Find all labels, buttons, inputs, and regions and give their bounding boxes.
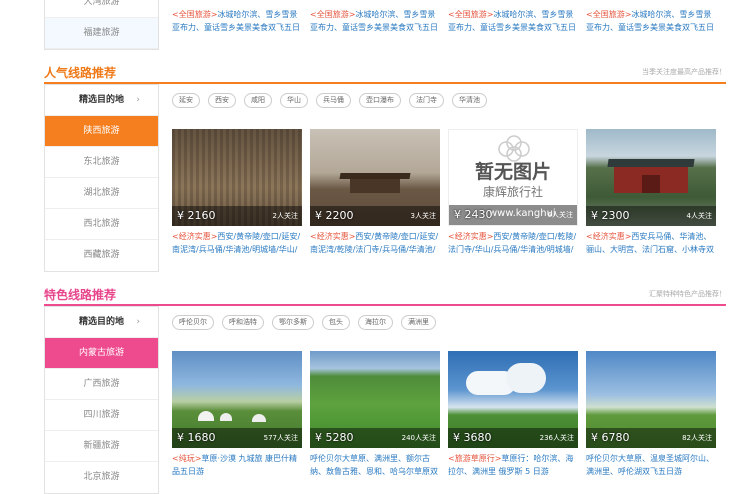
destination-tag[interactable]: 海拉尔 [358, 315, 393, 330]
route-price: ¥ 3680 [453, 431, 492, 444]
category-item[interactable]: 北京旅游 [45, 462, 158, 493]
route-desc[interactable]: <旅游草原行>草原行：哈尔滨、海拉尔、满洲里 俄罗斯 5 日游 [448, 452, 578, 492]
category-list: 精选目的地 › 陕西旅游 东北旅游 湖北旅游 西北旅游 西藏旅游 [44, 84, 159, 272]
route-desc[interactable]: <经济实惠>西安/黄帝陵/壶口/延安/南泥湾/兵马俑/华清池/明城墙/华山/ [172, 230, 302, 270]
popular-section: 人气线路推荐 当季关注度最高产品推荐！ 精选目的地 › 陕西旅游 东北旅游 湖北旅… [44, 62, 726, 272]
route-card[interactable]: ¥ 5280 240人关注 呼伦贝尔大草原、满洲里、额尔古纳、敖鲁古雅、恩和、哈… [310, 351, 440, 492]
follow-count: 6人关注 [547, 211, 573, 219]
route-desc[interactable]: <经济实惠>西安/黄帝陵/壶口/乾陵/法门寺/华山/兵马俑/华清池/明城墙/ [448, 230, 578, 270]
category-item[interactable]: 四川旅游 [45, 400, 158, 431]
route-price: ¥ 2430 [454, 208, 493, 221]
follow-count: 577人关注 [263, 434, 298, 442]
category-item[interactable]: 广西旅游 [45, 369, 158, 400]
chevron-right-icon: › [136, 95, 140, 105]
destination-tags: 呼伦贝尔 呼和浩特 鄂尔多斯 包头 海拉尔 满洲里 [172, 315, 436, 330]
route-card[interactable]: <全国旅游>冰城哈尔滨、雪乡雪景亚布力、童话雪乡美景美食双飞五日 [586, 8, 716, 48]
destination-tag[interactable]: 包头 [322, 315, 350, 330]
follow-count: 3人关注 [410, 212, 436, 220]
chevron-right-icon: › [136, 317, 140, 327]
follow-count: 240人关注 [401, 434, 436, 442]
route-desc[interactable]: <全国旅游>冰城哈尔滨、雪乡雪景亚布力、童话雪乡美景美食双飞五日 [310, 8, 440, 48]
section-title: 特色线路推荐 [44, 288, 117, 302]
route-card[interactable]: ¥ 2200 3人关注 <经济实惠>西安/黄帝陵/壶口/延安/南泥湾/乾陵/法门… [310, 129, 440, 270]
destination-tag[interactable]: 咸阳 [244, 93, 272, 108]
destination-tag[interactable]: 满洲里 [401, 315, 436, 330]
route-card[interactable]: ¥ 3680 236人关注 <旅游草原行>草原行：哈尔滨、海拉尔、满洲里 俄罗斯… [448, 351, 578, 492]
route-desc[interactable]: 呼伦贝尔大草原、温泉圣城阿尔山、满洲里、呼伦湖双飞五日游 [586, 452, 716, 492]
destination-tag[interactable]: 华山 [280, 93, 308, 108]
route-price: ¥ 1680 [177, 431, 216, 444]
category-item[interactable]: 东北旅游 [45, 147, 158, 178]
special-section: 特色线路推荐 汇聚特种特色产品推荐！ 精选目的地 › 内蒙古旅游 广西旅游 四川旅… [44, 284, 726, 494]
no-image-text: 暂无图片 [474, 161, 551, 183]
route-desc[interactable]: <全国旅游>冰城哈尔滨、雪乡雪景亚布力、童话雪乡美景美食双飞五日 [448, 8, 578, 48]
category-item[interactable]: 湖北旅游 [45, 178, 158, 209]
route-photo[interactable]: ¥ 2300 4人关注 [586, 129, 716, 226]
section-note: 汇聚特种特色产品推荐！ [649, 290, 726, 298]
route-card[interactable]: 暂无图片 康辉旅行社 www.kanghui ¥ 2430 6人关注 <经济实惠… [448, 129, 578, 270]
route-card[interactable]: ¥ 2300 4人关注 <经济实惠>西安兵马俑、华清池、骊山、大明宫、法门石窟、… [586, 129, 716, 270]
route-photo[interactable]: ¥ 2200 3人关注 [310, 129, 440, 226]
destination-tag[interactable]: 鄂尔多斯 [272, 315, 314, 330]
follow-count: 236人关注 [539, 434, 574, 442]
category-item[interactable]: 西北旅游 [45, 209, 158, 240]
route-price: ¥ 2200 [315, 209, 354, 222]
route-price: ¥ 2160 [177, 209, 216, 222]
route-photo[interactable]: ¥ 3680 236人关注 [448, 351, 578, 448]
route-desc[interactable]: <全国旅游>冰城哈尔滨、雪乡雪景亚布力、童话雪乡美景美食双飞五日 [172, 8, 302, 48]
category-header: 精选目的地 › [45, 85, 158, 116]
route-desc[interactable]: <纯玩>草原·沙漠 九城旅 康巴什精品五日游 [172, 452, 302, 492]
route-card[interactable]: <全国旅游>冰城哈尔滨、雪乡雪景亚布力、童话雪乡美景美食双飞五日 [310, 8, 440, 48]
category-item[interactable]: 西藏旅游 [45, 240, 158, 271]
category-item[interactable]: 新疆旅游 [45, 431, 158, 462]
category-item[interactable]: 福建旅游 [45, 18, 158, 49]
follow-count: 2人关注 [272, 212, 298, 220]
route-card[interactable]: ¥ 2160 2人关注 <经济实惠>西安/黄帝陵/壶口/延安/南泥湾/兵马俑/华… [172, 129, 302, 270]
route-price: ¥ 2300 [591, 209, 630, 222]
section-note: 当季关注度最高产品推荐！ [642, 68, 726, 76]
route-card[interactable]: <全国旅游>冰城哈尔滨、雪乡雪景亚布力、童话雪乡美景美食双飞五日 [172, 8, 302, 48]
category-item[interactable]: 内蒙古旅游 [45, 338, 158, 369]
route-price: ¥ 5280 [315, 431, 354, 444]
destination-tags: 延安 西安 咸阳 华山 兵马俑 壶口瀑布 法门寺 华清池 [172, 93, 487, 108]
destination-tag[interactable]: 法门寺 [409, 93, 444, 108]
top-category-list: 大湾旅游 福建旅游 [44, 0, 159, 50]
section-title: 人气线路推荐 [44, 66, 117, 80]
category-item[interactable]: 陕西旅游 [45, 116, 158, 147]
destination-tag[interactable]: 延安 [172, 93, 200, 108]
route-desc[interactable]: <经济实惠>西安兵马俑、华清池、骊山、大明宫、法门石窟、小林寺双 [586, 230, 716, 270]
route-desc[interactable]: 呼伦贝尔大草原、满洲里、额尔古纳、敖鲁古雅、恩和、哈乌尔草原双 [310, 452, 440, 492]
destination-tag[interactable]: 呼和浩特 [222, 315, 264, 330]
top-section: 大湾旅游 福建旅游 <全国旅游>冰城哈尔滨、雪乡雪景亚布力、童话雪乡美景美食双飞… [44, 0, 726, 50]
route-card[interactable]: ¥ 1680 577人关注 <纯玩>草原·沙漠 九城旅 康巴什精品五日游 [172, 351, 302, 492]
route-photo[interactable]: ¥ 2160 2人关注 [172, 129, 302, 226]
route-photo[interactable]: ¥ 1680 577人关注 [172, 351, 302, 448]
no-image-sub: 康辉旅行社 [482, 185, 543, 199]
route-price: ¥ 6780 [591, 431, 630, 444]
destination-tag[interactable]: 兵马俑 [316, 93, 351, 108]
destination-tag[interactable]: 壶口瀑布 [359, 93, 401, 108]
route-card[interactable]: <全国旅游>冰城哈尔滨、雪乡雪景亚布力、童话雪乡美景美食双飞五日 [448, 8, 578, 48]
route-photo[interactable]: ¥ 6780 82人关注 [586, 351, 716, 448]
destination-tag[interactable]: 呼伦贝尔 [172, 315, 214, 330]
destination-tag[interactable]: 西安 [208, 93, 236, 108]
route-photo-placeholder[interactable]: 暂无图片 康辉旅行社 www.kanghui ¥ 2430 6人关注 [448, 129, 578, 226]
follow-count: 4人关注 [686, 212, 712, 220]
category-item[interactable]: 大湾旅游 [45, 0, 158, 18]
category-list: 精选目的地 › 内蒙古旅游 广西旅游 四川旅游 新疆旅游 北京旅游 [44, 306, 159, 494]
route-desc[interactable]: <经济实惠>西安/黄帝陵/壶口/延安/南泥湾/乾陵/法门寺/兵马俑/华清池/ [310, 230, 440, 270]
watermark-url: www.kanghui [489, 208, 556, 219]
route-photo[interactable]: ¥ 5280 240人关注 [310, 351, 440, 448]
follow-count: 82人关注 [682, 434, 712, 442]
route-card[interactable]: ¥ 6780 82人关注 呼伦贝尔大草原、温泉圣城阿尔山、满洲里、呼伦湖双飞五日… [586, 351, 716, 492]
route-desc[interactable]: <全国旅游>冰城哈尔滨、雪乡雪景亚布力、童话雪乡美景美食双飞五日 [586, 8, 716, 48]
destination-tag[interactable]: 华清池 [452, 93, 487, 108]
category-header: 精选目的地 › [45, 307, 158, 338]
